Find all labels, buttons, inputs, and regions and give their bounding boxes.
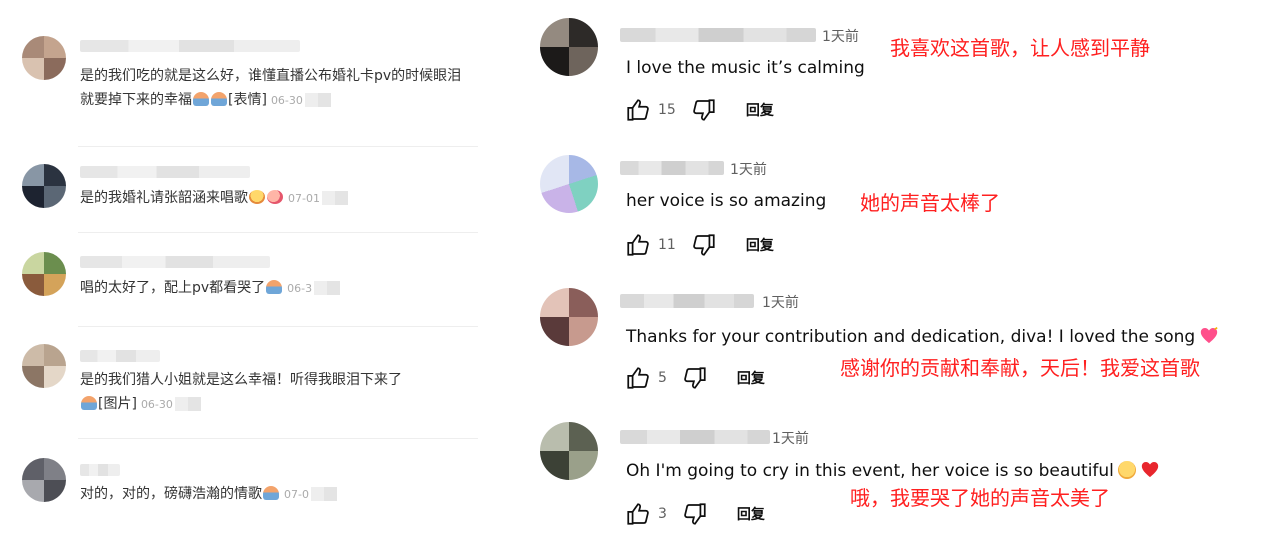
comment-item: 对的，对的，磅礴浩瀚的情歌 07-0 <box>0 452 480 522</box>
comment-item: 是的我们猎人小姐就是这么幸福！听得我眼泪下来了 [图片] 06-30 <box>0 340 480 430</box>
location-blurred <box>321 191 348 205</box>
thumb-down-icon[interactable] <box>690 97 718 123</box>
comment-body: 是的我婚礼请张韶涵来唱歌 07-01 <box>80 186 475 211</box>
comment-time: 1天前 <box>772 431 809 447</box>
thumb-up-icon[interactable] <box>624 365 652 391</box>
comment-text-line: Oh I'm going to cry in this event, her v… <box>626 460 1160 481</box>
translation-text: 感谢你的贡献和奉献，天后！我爱这首歌 <box>840 356 1200 380</box>
thumb-up-icon[interactable] <box>624 232 652 258</box>
comment-actions: 3 回复 <box>624 502 765 526</box>
reply-button[interactable]: 回复 <box>737 368 765 388</box>
thumb-down-icon[interactable] <box>681 501 709 527</box>
comment-item: 1天前 我喜欢这首歌，让人感到平静 I love the music it’s … <box>520 18 1280 138</box>
left-comment-list: 是的我们吃的就是这么好，谁懂直播公布婚礼卡pv的时候眼泪就要掉下来的幸福 [表情]… <box>0 0 480 550</box>
comment-body: 是的我们吃的就是这么好，谁懂直播公布婚礼卡pv的时候眼泪就要掉下来的幸福 [表情]… <box>80 64 475 113</box>
thumb-down-icon[interactable] <box>690 232 718 258</box>
comment-item: 是的我婚礼请张韶涵来唱歌 07-01 <box>0 158 480 228</box>
comment-time: 1天前 <box>730 162 767 178</box>
emoji-icon <box>193 92 209 106</box>
heart-emoji <box>1141 462 1159 478</box>
avatar[interactable] <box>22 36 66 80</box>
translation-text: 她的声音太棒了 <box>860 191 1000 215</box>
comment-item: 是的我们吃的就是这么好，谁懂直播公布婚礼卡pv的时候眼泪就要掉下来的幸福 [表情]… <box>0 28 480 128</box>
emoji-icon <box>249 190 265 204</box>
avatar[interactable] <box>22 344 66 388</box>
comment-date: 07-0 <box>284 488 309 501</box>
comment-item: 唱的太好了，配上pv都看哭了 06-3 <box>0 248 480 318</box>
translation-text: 我喜欢这首歌，让人感到平静 <box>890 36 1150 60</box>
comment-text: 是的我婚礼请张韶涵来唱歌 <box>80 190 248 206</box>
emoji-icon <box>266 280 283 294</box>
avatar[interactable] <box>540 155 598 213</box>
username-blurred[interactable] <box>620 28 816 42</box>
thumb-up-icon[interactable] <box>624 97 652 123</box>
comment-item: 1天前 她的声音太棒了 her voice is so amazing 11 回… <box>520 155 1280 275</box>
comment-text-line: Thanks for your contribution and dedicat… <box>626 326 1219 347</box>
crying-face-emoji <box>1117 461 1136 479</box>
avatar[interactable] <box>22 164 66 208</box>
username-blurred[interactable] <box>80 464 120 476</box>
comment-body: 唱的太好了，配上pv都看哭了 06-3 <box>80 276 475 301</box>
location-blurred <box>174 397 201 411</box>
comment-text: 唱的太好了，配上pv都看哭了 <box>80 280 266 296</box>
comment-date: 07-01 <box>288 192 320 205</box>
like-count: 5 <box>658 370 667 386</box>
divider <box>78 326 478 327</box>
comment-text: 对的，对的，磅礴浩瀚的情歌 <box>80 486 262 502</box>
comment-date: 06-30 <box>270 94 303 107</box>
username-blurred[interactable] <box>80 166 250 178</box>
like-count: 3 <box>658 506 667 522</box>
divider <box>78 438 478 439</box>
avatar[interactable] <box>22 458 66 502</box>
comment-item: 1天前 Oh I'm going to cry in this event, h… <box>520 422 1280 547</box>
emoji-icon <box>211 92 227 106</box>
location-blurred <box>310 487 337 501</box>
like-count: 15 <box>658 102 676 118</box>
comment-text: 是的我们猎人小姐就是这么幸福！听得我眼泪下来了 <box>80 372 402 388</box>
emoji-icon <box>81 396 97 410</box>
avatar[interactable] <box>540 18 598 76</box>
avatar[interactable] <box>22 252 66 296</box>
username-blurred[interactable] <box>620 161 724 175</box>
username-blurred[interactable] <box>80 256 270 268</box>
avatar[interactable] <box>540 288 598 346</box>
thumb-up-icon[interactable] <box>624 501 652 527</box>
comment-text: her voice is so amazing <box>626 191 827 211</box>
emoji-icon <box>263 486 279 500</box>
comment-suffix: [表情] <box>228 92 267 108</box>
translation-text: 哦，我要哭了她的声音太美了 <box>850 486 1110 510</box>
comment-body: 是的我们猎人小姐就是这么幸福！听得我眼泪下来了 [图片] 06-30 <box>80 368 475 417</box>
divider <box>78 232 478 233</box>
heart-emoji <box>1201 326 1218 344</box>
reply-button[interactable]: 回复 <box>746 235 774 255</box>
comment-item: 1天前 Thanks for your contribution and ded… <box>520 288 1280 413</box>
comment-text: Thanks for your contribution and dedicat… <box>626 327 1196 347</box>
comment-time: 1天前 <box>762 295 799 311</box>
comment-text: I love the music it’s calming <box>626 58 865 78</box>
username-blurred[interactable] <box>80 350 160 362</box>
comment-date: 06-3 <box>287 282 313 295</box>
right-comment-list: 1天前 我喜欢这首歌，让人感到平静 I love the music it’s … <box>520 0 1280 550</box>
comment-time: 1天前 <box>822 29 859 45</box>
like-count: 11 <box>658 237 676 253</box>
location-blurred <box>314 281 341 295</box>
comment-suffix: [图片] <box>98 396 137 412</box>
location-blurred <box>304 93 331 107</box>
reply-button[interactable]: 回复 <box>746 100 774 120</box>
reply-button[interactable]: 回复 <box>737 504 765 524</box>
username-blurred[interactable] <box>620 294 754 308</box>
comment-text: Oh I'm going to cry in this event, her v… <box>626 461 1114 481</box>
divider <box>78 146 478 147</box>
emoji-icon <box>267 190 283 204</box>
comment-date: 06-30 <box>140 398 173 411</box>
username-blurred[interactable] <box>620 430 770 444</box>
comment-actions: 11 回复 <box>624 233 774 257</box>
comment-body: 对的，对的，磅礴浩瀚的情歌 07-0 <box>80 482 475 507</box>
comment-actions: 5 回复 <box>624 366 765 390</box>
avatar[interactable] <box>540 422 598 480</box>
comment-actions: 15 回复 <box>624 98 774 122</box>
username-blurred[interactable] <box>80 40 300 52</box>
thumb-down-icon[interactable] <box>681 365 709 391</box>
